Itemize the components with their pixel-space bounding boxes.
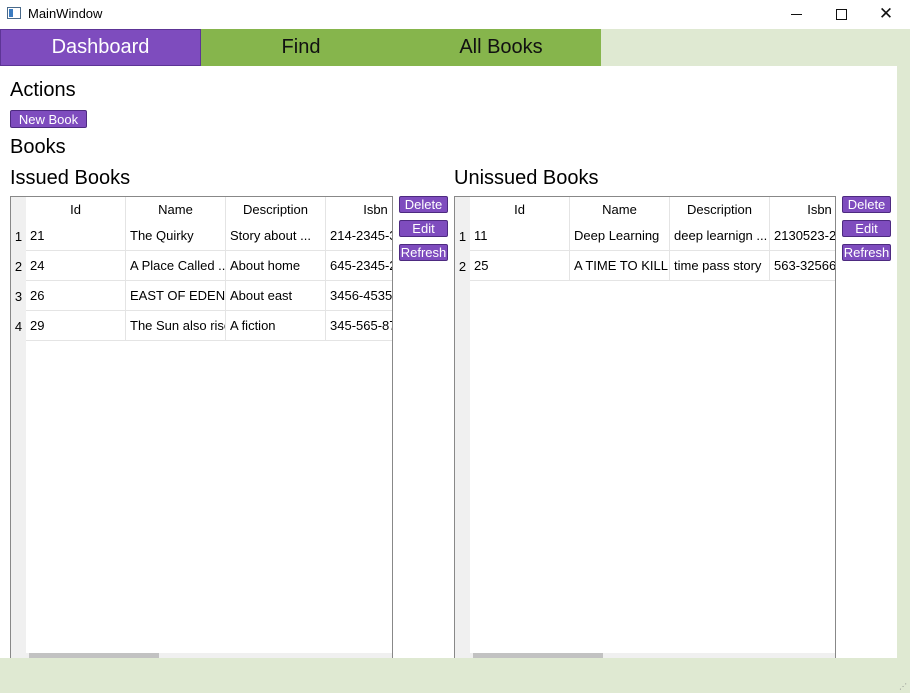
tab-find[interactable]: Find <box>201 29 401 66</box>
column-header-description[interactable]: Description <box>226 197 326 221</box>
unissued-refresh-button[interactable]: Refresh <box>842 244 891 261</box>
unissued-rows: 1 11 Deep Learning deep learnign ... 213… <box>455 221 835 281</box>
title-bar: MainWindow ✕ <box>0 0 910 29</box>
unissued-delete-button[interactable]: Delete <box>842 196 891 213</box>
column-header-id[interactable]: Id <box>470 197 570 221</box>
tab-strip: Dashboard Find All Books <box>0 29 910 66</box>
column-header-isbn[interactable]: Isbn <box>326 197 392 221</box>
cell-description[interactable]: About home <box>226 251 326 281</box>
column-header-id[interactable]: Id <box>26 197 126 221</box>
new-book-button[interactable]: New Book <box>10 110 87 128</box>
maximize-button[interactable] <box>818 0 864 29</box>
app-window-icon <box>7 7 21 19</box>
cell-name[interactable]: Deep Learning <box>570 221 670 251</box>
cell-id[interactable]: 24 <box>26 251 126 281</box>
unissued-edit-button[interactable]: Edit <box>842 220 891 237</box>
row-number: 3 <box>11 281 26 311</box>
column-header-description[interactable]: Description <box>670 197 770 221</box>
cell-name[interactable]: The Quirky <box>126 221 226 251</box>
issued-books-heading: Issued Books <box>10 167 131 189</box>
tab-dashboard[interactable]: Dashboard <box>0 29 201 66</box>
cell-isbn[interactable]: 214-2345-3456 <box>326 221 392 251</box>
issued-books-grid[interactable]: Id Name Description Isbn 1 21 The Quirky… <box>10 196 393 659</box>
cell-id[interactable]: 26 <box>26 281 126 311</box>
unissued-books-grid[interactable]: Id Name Description Isbn 1 11 Deep Learn… <box>454 196 836 659</box>
books-heading: Books <box>10 136 66 158</box>
resize-grip-icon[interactable]: ⋰ <box>899 682 907 691</box>
close-button[interactable]: ✕ <box>863 0 909 29</box>
row-number: 1 <box>455 221 470 251</box>
row-number: 2 <box>455 251 470 281</box>
cell-isbn[interactable]: 563-32566-2 <box>770 251 835 281</box>
actions-heading: Actions <box>10 79 76 101</box>
cell-id[interactable]: 29 <box>26 311 126 341</box>
cell-name[interactable]: EAST OF EDEN <box>126 281 226 311</box>
unissued-books-heading: Unissued Books <box>454 167 599 189</box>
table-row[interactable]: 3 26 EAST OF EDEN About east 3456-45355-… <box>11 281 392 311</box>
tab-all-books[interactable]: All Books <box>401 29 601 66</box>
table-row[interactable]: 2 24 A Place Called ... About home 645-2… <box>11 251 392 281</box>
minimize-button[interactable] <box>773 0 819 29</box>
row-number: 2 <box>11 251 26 281</box>
table-row[interactable]: 1 11 Deep Learning deep learnign ... 213… <box>455 221 835 251</box>
cell-id[interactable]: 21 <box>26 221 126 251</box>
issued-delete-button[interactable]: Delete <box>399 196 448 213</box>
cell-isbn[interactable]: 345-565-8754 <box>326 311 392 341</box>
cell-description[interactable]: A fiction <box>226 311 326 341</box>
cell-name[interactable]: A TIME TO KILL <box>570 251 670 281</box>
table-row[interactable]: 1 21 The Quirky Story about ... 214-2345… <box>11 221 392 251</box>
cell-name[interactable]: A Place Called ... <box>126 251 226 281</box>
column-header-name[interactable]: Name <box>126 197 226 221</box>
issued-edit-button[interactable]: Edit <box>399 220 448 237</box>
cell-description[interactable]: About east <box>226 281 326 311</box>
window-title: MainWindow <box>28 6 103 21</box>
dashboard-panel: Actions New Book Books Issued Books Unis… <box>0 66 897 659</box>
column-headers: Id Name Description Isbn <box>470 197 835 221</box>
issued-rows: 1 21 The Quirky Story about ... 214-2345… <box>11 221 392 341</box>
cell-isbn[interactable]: 3456-45355-1 <box>326 281 392 311</box>
status-bar: ⋰ <box>0 658 910 693</box>
issued-refresh-button[interactable]: Refresh <box>399 244 448 261</box>
cell-isbn[interactable]: 645-2345-2456 <box>326 251 392 281</box>
close-icon: ✕ <box>878 4 894 24</box>
cell-description[interactable]: time pass story <box>670 251 770 281</box>
cell-description[interactable]: Story about ... <box>226 221 326 251</box>
cell-id[interactable]: 11 <box>470 221 570 251</box>
cell-id[interactable]: 25 <box>470 251 570 281</box>
column-header-isbn[interactable]: Isbn <box>770 197 835 221</box>
table-row[interactable]: 2 25 A TIME TO KILL time pass story 563-… <box>455 251 835 281</box>
row-number: 4 <box>11 311 26 341</box>
cell-isbn[interactable]: 2130523-25-1 <box>770 221 835 251</box>
column-header-name[interactable]: Name <box>570 197 670 221</box>
maximize-icon <box>835 9 847 20</box>
cell-description[interactable]: deep learnign ... <box>670 221 770 251</box>
column-headers: Id Name Description Isbn <box>26 197 392 221</box>
minimize-icon <box>790 14 802 15</box>
row-number: 1 <box>11 221 26 251</box>
table-row[interactable]: 4 29 The Sun also rises A fiction 345-56… <box>11 311 392 341</box>
cell-name[interactable]: The Sun also rises <box>126 311 226 341</box>
